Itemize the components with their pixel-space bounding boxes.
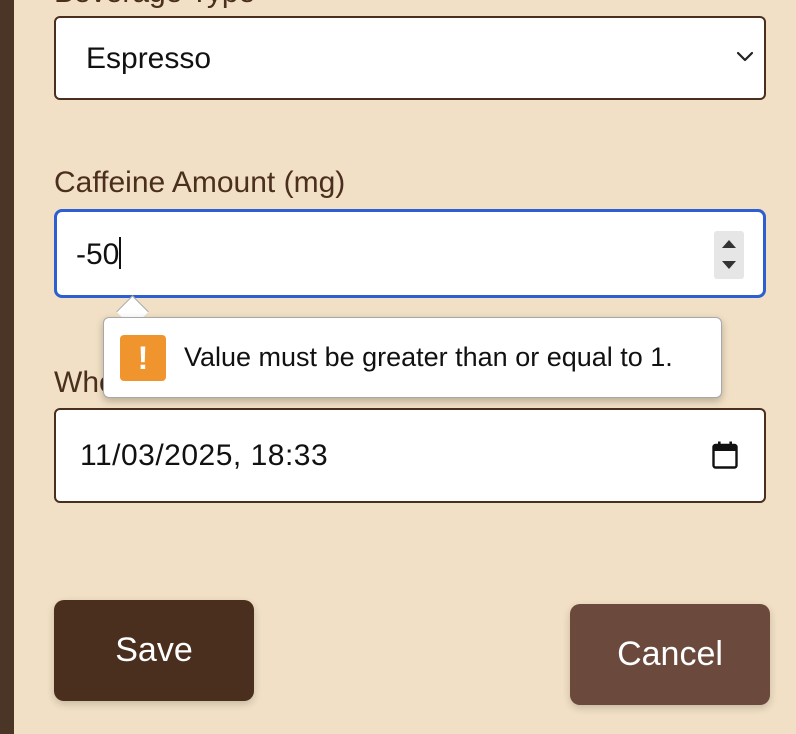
- cancel-button[interactable]: Cancel: [570, 604, 770, 705]
- left-sidebar-edge: [0, 0, 14, 734]
- calendar-icon[interactable]: [712, 441, 738, 469]
- validation-tooltip: ! Value must be greater than or equal to…: [103, 317, 722, 398]
- caffeine-amount-input[interactable]: -50: [54, 209, 766, 298]
- chevron-down-icon: [736, 51, 754, 62]
- caffeine-amount-value-wrap: -50: [76, 237, 122, 272]
- warning-icon: !: [120, 335, 166, 381]
- datetime-value: 11/03/2025, 18:33: [80, 439, 329, 472]
- text-caret: [119, 237, 122, 269]
- stepper-up-icon[interactable]: [722, 240, 736, 248]
- save-button[interactable]: Save: [54, 600, 254, 701]
- number-stepper[interactable]: [714, 231, 744, 279]
- beverage-type-label: Beverage Type: [54, 0, 255, 10]
- validation-message: Value must be greater than or equal to 1…: [184, 342, 673, 372]
- stepper-down-icon[interactable]: [722, 261, 736, 269]
- caffeine-amount-value: -50: [76, 238, 120, 271]
- beverage-type-value: Espresso: [86, 42, 212, 75]
- caffeine-amount-label: Caffeine Amount (mg): [54, 166, 346, 199]
- beverage-type-select[interactable]: Espresso: [54, 16, 766, 100]
- datetime-input[interactable]: 11/03/2025, 18:33: [54, 408, 766, 503]
